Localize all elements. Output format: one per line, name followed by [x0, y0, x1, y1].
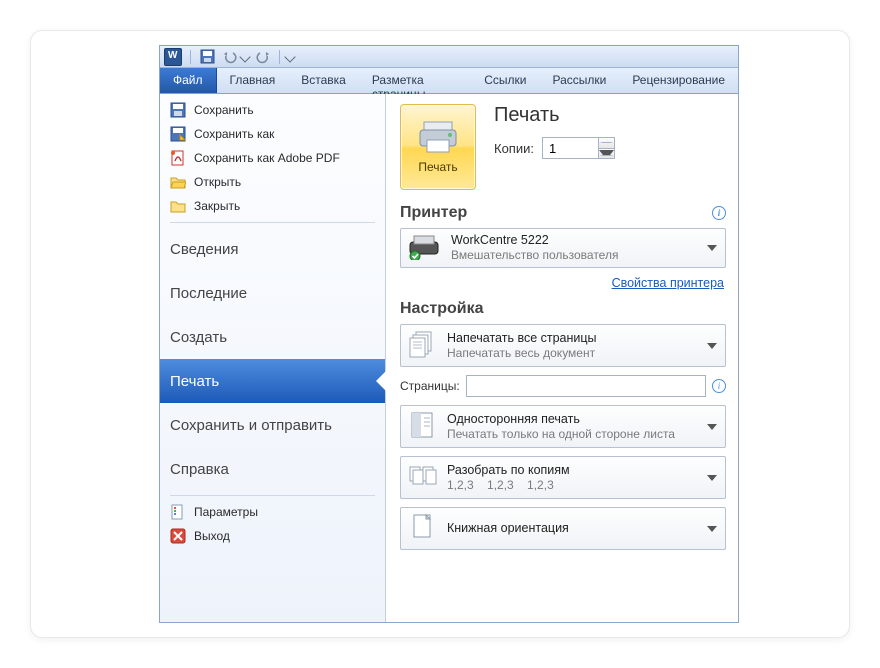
pages-info-icon[interactable]: i [712, 379, 726, 393]
chevron-down-icon [707, 343, 717, 349]
printer-name: WorkCentre 5222 [451, 233, 618, 248]
saveas-icon [170, 126, 186, 142]
collate-selector[interactable]: Разобрать по копиям 1,2,3 1,2,3 1,2,3 [400, 456, 726, 499]
sidebar-save[interactable]: Сохранить [160, 98, 385, 122]
chevron-down-icon [707, 424, 717, 430]
sidebar-label: Сохранить [194, 103, 254, 117]
printer-info-icon[interactable]: i [712, 206, 726, 220]
sidebar-close[interactable]: Закрыть [160, 194, 385, 218]
sidebar-options[interactable]: Параметры [160, 500, 385, 524]
sidebar-label: Закрыть [194, 199, 240, 213]
printer-section-header: Принтер [400, 204, 467, 222]
print-range-selector[interactable]: Напечатать все страницы Напечатать весь … [400, 324, 726, 367]
tab-insert[interactable]: Вставка [288, 68, 359, 93]
sidebar-share[interactable]: Сохранить и отправить [160, 403, 385, 447]
redo-icon[interactable] [255, 49, 271, 65]
sidebar-savepdf[interactable]: Сохранить как Adobe PDF [160, 146, 385, 170]
print-button[interactable]: Печать [400, 104, 476, 190]
quick-access-toolbar [160, 46, 738, 68]
tab-review[interactable]: Рецензирование [619, 68, 738, 93]
sidebar-help[interactable]: Справка [160, 447, 385, 491]
pages-stack-icon [407, 329, 437, 362]
sidebar-info[interactable]: Сведения [160, 227, 385, 271]
print-panel: Печать Печать Копии: [386, 94, 738, 622]
one-side-page-icon [407, 410, 437, 443]
copies-input[interactable] [542, 137, 598, 159]
tab-pagelayout[interactable]: Разметка страницы [359, 68, 471, 93]
orientation-selector[interactable]: Книжная ориентация [400, 507, 726, 550]
undo-dropdown-icon[interactable] [239, 51, 250, 62]
save-icon [170, 102, 186, 118]
sidebar-label: Открыть [194, 175, 241, 189]
chevron-down-icon [707, 526, 717, 532]
copies-down-button[interactable] [599, 149, 614, 159]
chevron-down-icon [707, 245, 717, 251]
pages-label: Страницы: [400, 379, 460, 393]
sidebar-label: Сохранить как Adobe PDF [194, 151, 340, 165]
options-icon [170, 504, 186, 520]
copies-spinner[interactable] [542, 137, 615, 159]
exit-icon [170, 528, 186, 544]
settings-section-header: Настройка [400, 300, 483, 318]
collate-icon [407, 461, 437, 494]
printer-status-icon [407, 234, 441, 263]
backstage-sidebar: Сохранить Сохранить как Сохранить как Ad… [160, 94, 386, 622]
printer-properties-link[interactable]: Свойства принтера [400, 276, 724, 290]
ribbon-tabs: Файл Главная Вставка Разметка страницы С… [160, 68, 738, 94]
word-backstage-window: Файл Главная Вставка Разметка страницы С… [159, 45, 739, 623]
copies-up-button[interactable] [599, 138, 614, 149]
qat-customize-icon[interactable] [284, 51, 295, 62]
printer-status: Вмешательство пользователя [451, 248, 618, 263]
sidebar-label: Выход [194, 529, 230, 543]
tab-references[interactable]: Ссылки [471, 68, 539, 93]
print-button-label: Печать [418, 160, 457, 174]
print-title: Печать [494, 104, 615, 127]
portrait-icon [407, 512, 437, 545]
chevron-down-icon [707, 475, 717, 481]
sidebar-open[interactable]: Открыть [160, 170, 385, 194]
sidebar-print[interactable]: Печать [160, 359, 385, 403]
sidebar-recent[interactable]: Последние [160, 271, 385, 315]
sidebar-exit[interactable]: Выход [160, 524, 385, 548]
tab-home[interactable]: Главная [217, 68, 289, 93]
sides-selector[interactable]: Односторонняя печать Печатать только на … [400, 405, 726, 448]
tab-file[interactable]: Файл [160, 68, 217, 93]
pages-input[interactable] [466, 375, 706, 397]
save-icon[interactable] [199, 49, 215, 65]
close-folder-icon [170, 198, 186, 214]
pdf-icon [170, 150, 186, 166]
open-folder-icon [170, 174, 186, 190]
word-app-icon [164, 48, 182, 66]
sidebar-label: Сохранить как [194, 127, 274, 141]
sidebar-label: Параметры [194, 505, 258, 519]
undo-icon[interactable] [221, 49, 237, 65]
copies-label: Копии: [494, 141, 534, 156]
sidebar-new[interactable]: Создать [160, 315, 385, 359]
sidebar-saveas[interactable]: Сохранить как [160, 122, 385, 146]
printer-large-icon [418, 120, 458, 154]
printer-selector[interactable]: WorkCentre 5222 Вмешательство пользовате… [400, 228, 726, 268]
tab-mailings[interactable]: Рассылки [539, 68, 619, 93]
